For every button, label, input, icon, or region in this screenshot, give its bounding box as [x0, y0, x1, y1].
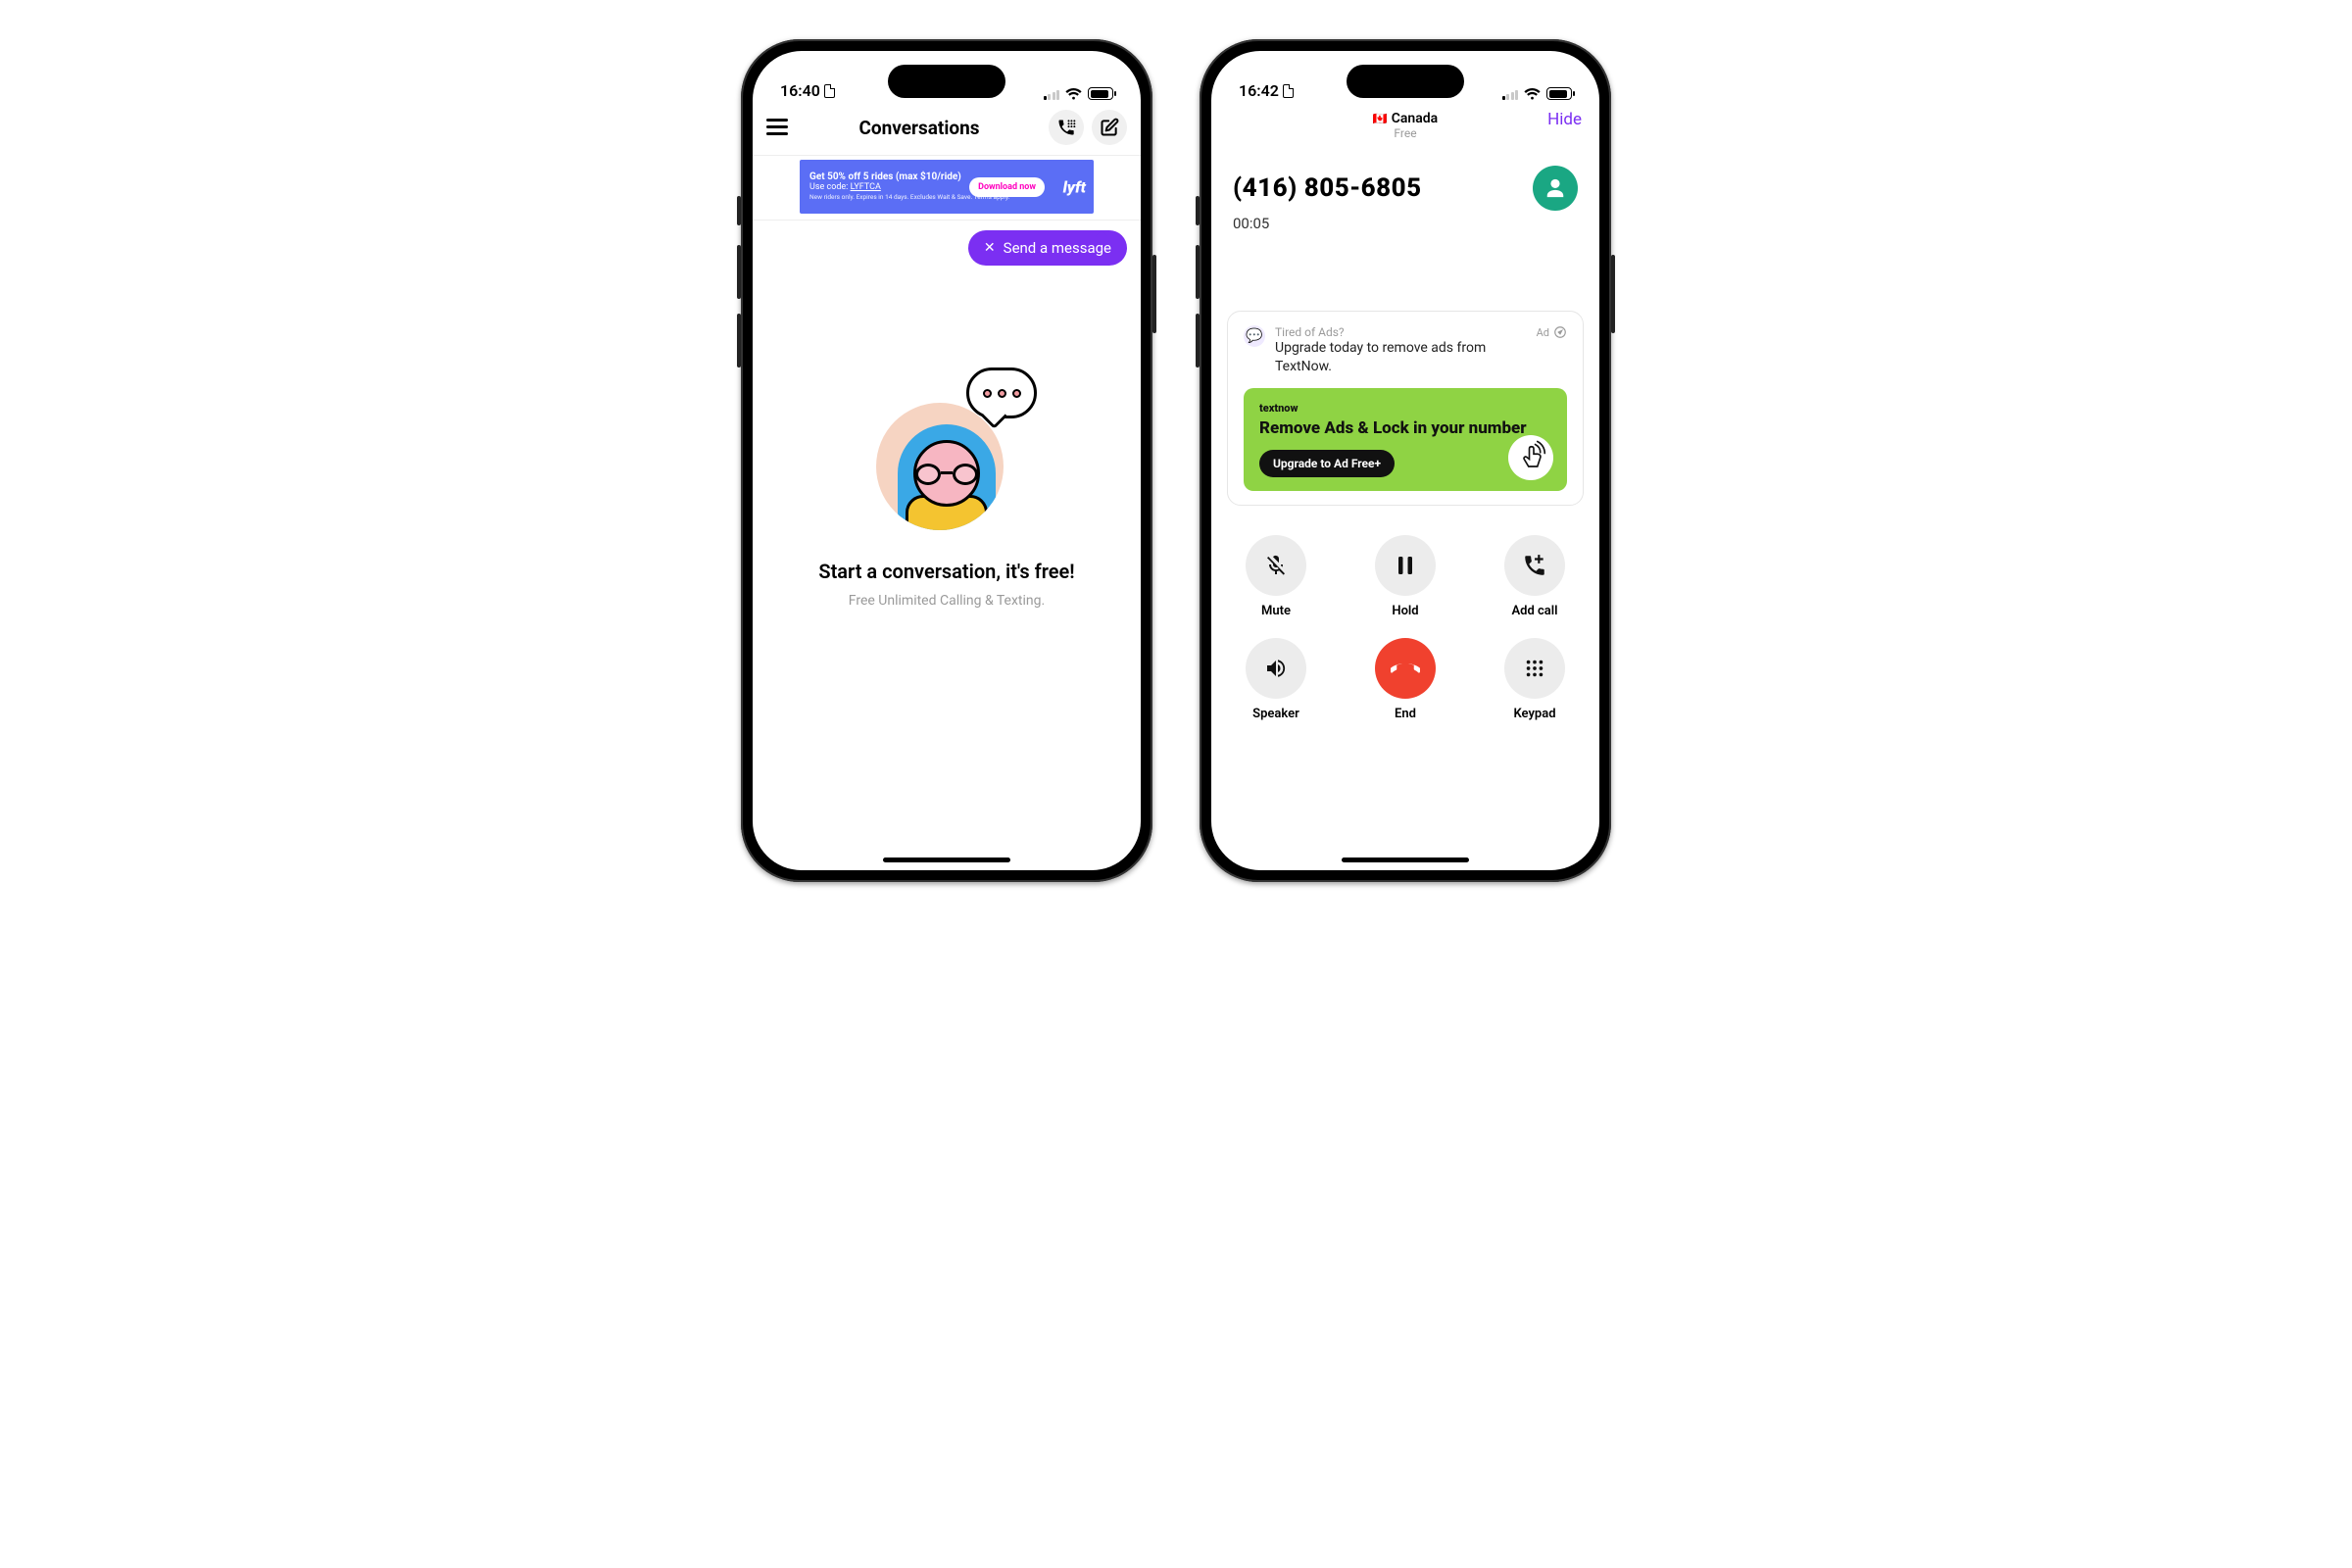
- dialer-button[interactable]: [1049, 110, 1084, 145]
- phone-frame-right: 16:42 🇨🇦 Canada Free Hide (416) 805-6805: [1200, 39, 1611, 882]
- textnow-logo-icon: 💬: [1244, 325, 1265, 347]
- screen-call: 16:42 🇨🇦 Canada Free Hide (416) 805-6805: [1211, 51, 1599, 870]
- call-controls: Mute Hold Add call Speaker End Keypad: [1211, 535, 1599, 721]
- call-number: (416) 805-6805: [1233, 173, 1422, 203]
- contact-avatar[interactable]: [1533, 166, 1578, 211]
- wifi-icon: [1065, 88, 1082, 100]
- wifi-icon: [1524, 88, 1541, 100]
- signal-icon: [1502, 88, 1519, 100]
- navbar: Conversations: [753, 102, 1141, 156]
- send-message-label: Send a message: [1004, 239, 1111, 257]
- home-indicator[interactable]: [883, 858, 1010, 862]
- sim-icon: [1283, 84, 1294, 98]
- sim-icon: [824, 84, 835, 98]
- keypad-button[interactable]: Keypad: [1504, 638, 1565, 721]
- ad-brand: lyft: [1063, 177, 1086, 196]
- send-message-pill[interactable]: ✕ Send a message: [968, 230, 1127, 266]
- empty-title: Start a conversation, it's free!: [818, 560, 1074, 583]
- call-timer: 00:05: [1211, 211, 1599, 232]
- ad-label: Ad: [1537, 325, 1567, 339]
- close-icon[interactable]: ✕: [984, 240, 996, 256]
- tap-icon: [1508, 435, 1553, 480]
- ad-heading: Tired of Ads?: [1275, 325, 1527, 339]
- home-indicator[interactable]: [1342, 858, 1469, 862]
- page-title: Conversations: [858, 117, 979, 139]
- status-time: 16:42: [1239, 81, 1279, 100]
- promo-cta[interactable]: Upgrade to Ad Free+: [1259, 450, 1395, 477]
- ad-fine-print: New riders only. Expires in 14 days. Exc…: [809, 194, 1084, 201]
- status-time: 16:40: [780, 81, 820, 100]
- rate-label: Free: [1373, 126, 1438, 140]
- flag-icon: 🇨🇦: [1373, 112, 1388, 125]
- signal-icon: [1044, 88, 1060, 100]
- mute-button[interactable]: Mute: [1246, 535, 1306, 618]
- battery-icon: [1546, 87, 1572, 100]
- promo-brand: textnow: [1259, 402, 1551, 415]
- ad-cta[interactable]: Download now: [969, 177, 1045, 197]
- hold-button[interactable]: Hold: [1375, 535, 1436, 618]
- call-location: 🇨🇦 Canada Free Hide: [1211, 102, 1599, 144]
- hide-button[interactable]: Hide: [1547, 110, 1582, 129]
- add-call-button[interactable]: Add call: [1504, 535, 1565, 618]
- empty-illustration: [868, 373, 1025, 530]
- menu-icon[interactable]: [766, 119, 790, 136]
- end-call-button[interactable]: End: [1375, 638, 1436, 721]
- empty-subtitle: Free Unlimited Calling & Texting.: [849, 593, 1045, 609]
- country-label: Canada: [1392, 111, 1438, 126]
- compose-button[interactable]: [1092, 110, 1127, 145]
- promo-banner[interactable]: textnow Remove Ads & Lock in your number…: [1244, 388, 1567, 491]
- ad-message: Upgrade today to remove ads from TextNow…: [1275, 339, 1527, 376]
- empty-state: Start a conversation, it's free! Free Un…: [753, 266, 1141, 870]
- ad-card[interactable]: 💬 Tired of Ads? Upgrade today to remove …: [1227, 311, 1584, 506]
- screen-conversations: 16:40 Conversations: [753, 51, 1141, 870]
- battery-icon: [1088, 87, 1113, 100]
- phone-frame-left: 16:40 Conversations: [741, 39, 1152, 882]
- banner-ad[interactable]: Get 50% off 5 rides (max $10/ride) Use c…: [800, 160, 1094, 214]
- speaker-button[interactable]: Speaker: [1246, 638, 1306, 721]
- promo-headline: Remove Ads & Lock in your number: [1259, 418, 1551, 438]
